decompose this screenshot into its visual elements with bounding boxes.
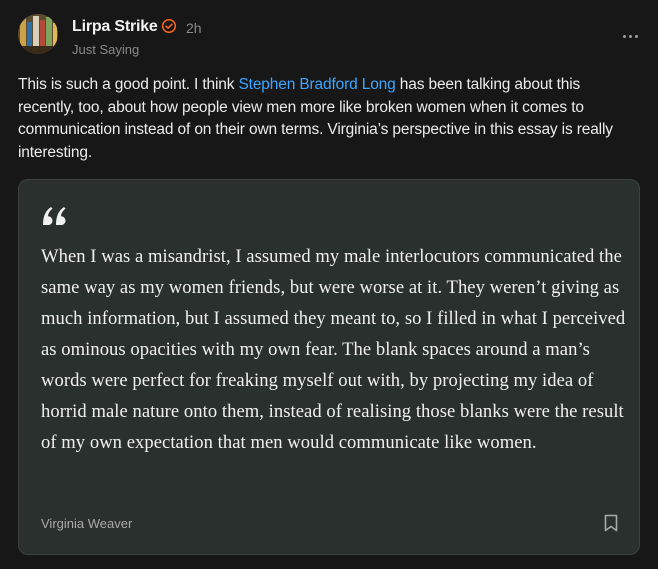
post-header: Lirpa Strike 2h Just Saying xyxy=(18,14,640,58)
post-body: This is such a good point. I think Steph… xyxy=(18,74,630,164)
more-options-icon xyxy=(622,34,626,38)
post-container: Lirpa Strike 2h Just Saying This is such… xyxy=(0,0,658,569)
quote-text: When I was a misandrist, I assumed my ma… xyxy=(41,246,626,453)
verified-badge-icon xyxy=(161,18,177,34)
author-name[interactable]: Lirpa Strike xyxy=(72,18,158,36)
author-avatar[interactable] xyxy=(18,14,58,54)
post-text-before: This is such a good point. I think xyxy=(18,76,239,93)
publication-name[interactable]: Just Saying xyxy=(72,42,139,57)
quotation-mark-icon xyxy=(43,207,66,225)
more-options-button[interactable] xyxy=(620,28,640,44)
bookmark-icon[interactable] xyxy=(603,514,619,532)
post-timestamp: 2h xyxy=(186,20,202,36)
quote-card: When I was a misandrist, I assumed my ma… xyxy=(18,179,640,555)
mention-link[interactable]: Stephen Bradford Long xyxy=(238,76,395,93)
quote-author: Virginia Weaver xyxy=(41,516,133,531)
